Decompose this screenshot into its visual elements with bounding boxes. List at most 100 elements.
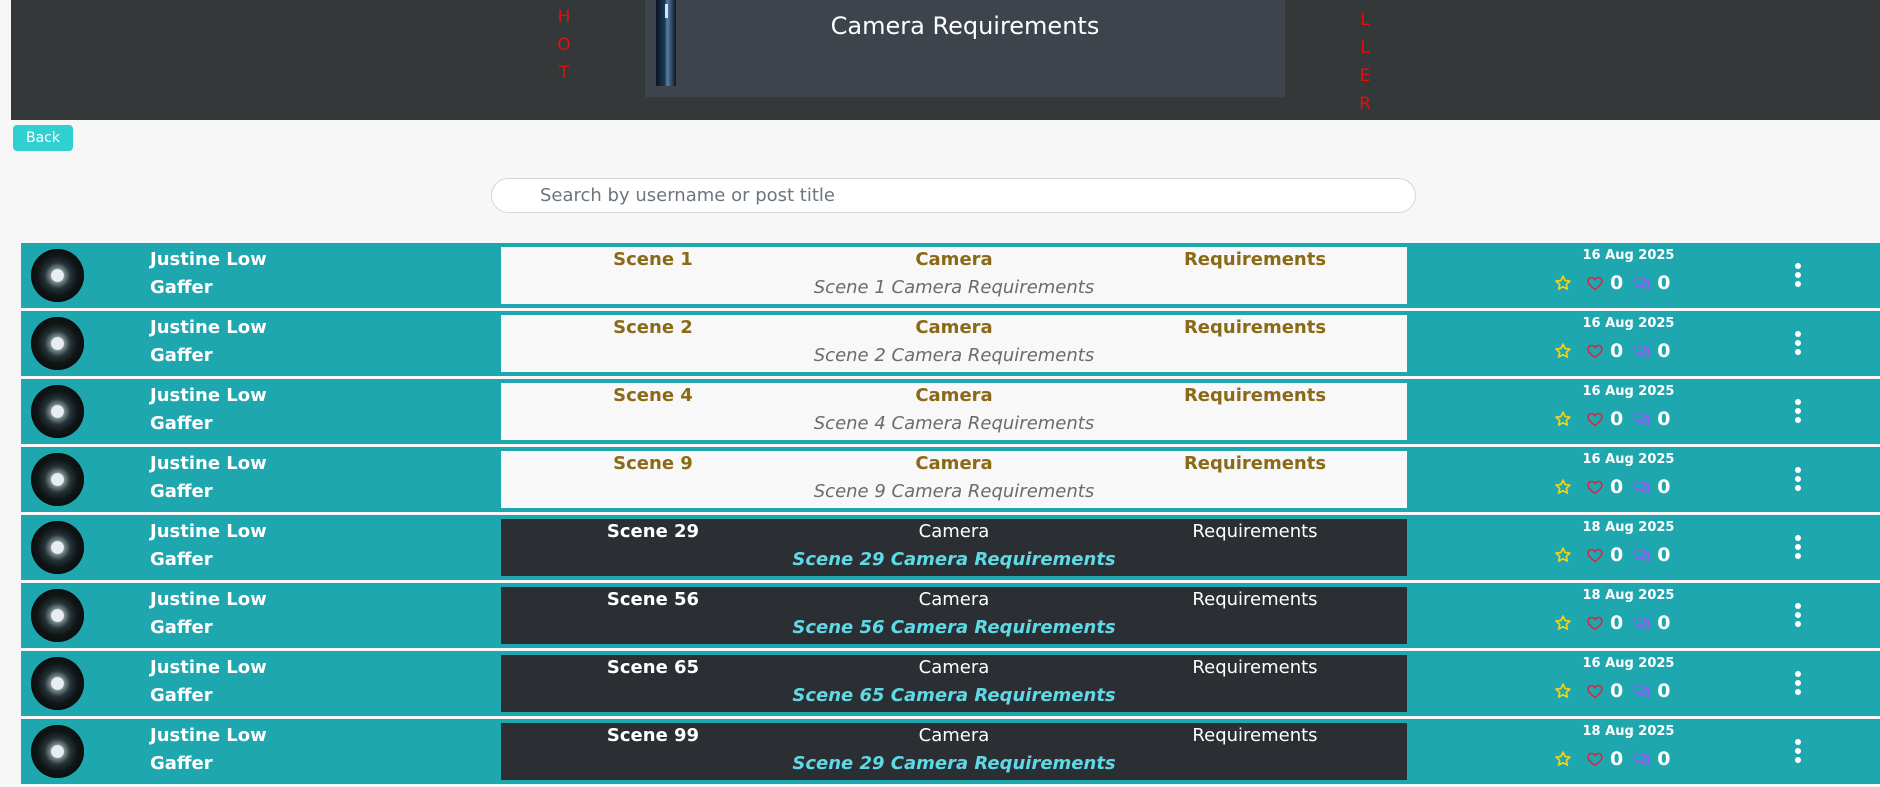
post-title-card[interactable]: Scene 2 Camera Requirements Scene 2 Came… [501, 315, 1407, 372]
star-icon[interactable] [1554, 546, 1572, 564]
kebab-menu-icon[interactable] [1793, 262, 1803, 288]
star-icon[interactable] [1554, 410, 1572, 428]
post-title-card[interactable]: Scene 29 Camera Requirements Scene 29 Ca… [501, 519, 1407, 576]
post-row[interactable]: Justine Low Gaffer Scene 99 Camera Requi… [21, 719, 1880, 784]
vertical-text-left: H O T [554, 3, 574, 87]
post-date: 18 Aug 2025 [1582, 724, 1675, 739]
post-title-word: Camera [918, 589, 990, 610]
kebab-menu-icon[interactable] [1793, 330, 1803, 356]
star-icon[interactable] [1554, 682, 1572, 700]
post-title-scene: Scene 65 [606, 657, 700, 678]
back-button[interactable]: Back [13, 125, 73, 151]
username[interactable]: Justine Low [150, 317, 267, 338]
post-title-scene: Scene 9 [613, 453, 693, 474]
user-role: Gaffer [150, 345, 213, 366]
avatar[interactable] [31, 521, 84, 574]
post-title-scene: Scene 1 [613, 249, 693, 270]
post-title-card[interactable]: Scene 4 Camera Requirements Scene 4 Came… [501, 383, 1407, 440]
user-role: Gaffer [150, 413, 213, 434]
avatar[interactable] [31, 589, 84, 642]
post-title-word: Camera [915, 385, 993, 406]
avatar[interactable] [31, 385, 84, 438]
post-title-word: Camera [915, 453, 993, 474]
comment-count: 0 [1657, 680, 1671, 702]
username[interactable]: Justine Low [150, 657, 267, 678]
kebab-menu-icon[interactable] [1793, 534, 1803, 560]
post-row[interactable]: Justine Low Gaffer Scene 1 Camera Requir… [21, 243, 1880, 308]
comment-icon[interactable] [1633, 546, 1651, 564]
post-title-card[interactable]: Scene 1 Camera Requirements Scene 1 Came… [501, 247, 1407, 304]
post-title-word: Camera [915, 249, 993, 270]
post-title-card[interactable]: Scene 56 Camera Requirements Scene 56 Ca… [501, 587, 1407, 644]
user-role: Gaffer [150, 617, 213, 638]
like-count: 0 [1610, 476, 1624, 498]
post-row[interactable]: Justine Low Gaffer Scene 2 Camera Requir… [21, 311, 1880, 376]
post-title-card[interactable]: Scene 65 Camera Requirements Scene 65 Ca… [501, 655, 1407, 712]
comment-icon[interactable] [1633, 682, 1651, 700]
heart-icon[interactable] [1586, 614, 1604, 632]
avatar[interactable] [31, 317, 84, 370]
post-row[interactable]: Justine Low Gaffer Scene 29 Camera Requi… [21, 515, 1880, 580]
username[interactable]: Justine Low [150, 453, 267, 474]
title-banner: Camera Requirements [645, 0, 1285, 97]
user-role: Gaffer [150, 481, 213, 502]
heart-icon[interactable] [1586, 682, 1604, 700]
kebab-menu-icon[interactable] [1793, 398, 1803, 424]
like-count: 0 [1610, 408, 1624, 430]
post-subtitle: Scene 56 Camera Requirements [792, 617, 1116, 638]
post-row[interactable]: Justine Low Gaffer Scene 9 Camera Requir… [21, 447, 1880, 512]
avatar[interactable] [31, 249, 84, 302]
kebab-menu-icon[interactable] [1793, 738, 1803, 764]
post-row[interactable]: Justine Low Gaffer Scene 4 Camera Requir… [21, 379, 1880, 444]
heart-icon[interactable] [1586, 546, 1604, 564]
post-date: 18 Aug 2025 [1582, 588, 1675, 603]
comment-icon[interactable] [1633, 750, 1651, 768]
post-title-scene: Scene 29 [606, 521, 700, 542]
post-title-scene: Scene 99 [606, 725, 700, 746]
comment-icon[interactable] [1633, 274, 1651, 292]
comment-icon[interactable] [1633, 410, 1651, 428]
comment-icon[interactable] [1633, 342, 1651, 360]
like-count: 0 [1610, 612, 1624, 634]
avatar[interactable] [31, 453, 84, 506]
star-icon[interactable] [1554, 478, 1572, 496]
heart-icon[interactable] [1586, 274, 1604, 292]
avatar[interactable] [31, 657, 84, 710]
post-title-word: Camera [915, 317, 993, 338]
post-row[interactable]: Justine Low Gaffer Scene 56 Camera Requi… [21, 583, 1880, 648]
kebab-menu-icon[interactable] [1793, 670, 1803, 696]
post-title-card[interactable]: Scene 9 Camera Requirements Scene 9 Came… [501, 451, 1407, 508]
heart-icon[interactable] [1586, 750, 1604, 768]
post-date: 16 Aug 2025 [1582, 452, 1675, 467]
star-icon[interactable] [1554, 342, 1572, 360]
username[interactable]: Justine Low [150, 249, 267, 270]
kebab-menu-icon[interactable] [1793, 602, 1803, 628]
post-stats: 0 0 [1554, 612, 1680, 634]
username[interactable]: Justine Low [150, 385, 267, 406]
vertical-text-right: L L E R [1355, 6, 1375, 118]
post-title-card[interactable]: Scene 99 Camera Requirements Scene 29 Ca… [501, 723, 1407, 780]
kebab-menu-icon[interactable] [1793, 466, 1803, 492]
avatar[interactable] [31, 725, 84, 778]
post-row[interactable]: Justine Low Gaffer Scene 65 Camera Requi… [21, 651, 1880, 716]
post-subtitle: Scene 2 Camera Requirements [813, 345, 1095, 366]
heart-icon[interactable] [1586, 342, 1604, 360]
username[interactable]: Justine Low [150, 589, 267, 610]
search-input[interactable] [491, 178, 1416, 213]
comment-icon[interactable] [1633, 478, 1651, 496]
user-role: Gaffer [150, 685, 213, 706]
star-icon[interactable] [1554, 750, 1572, 768]
comment-icon[interactable] [1633, 614, 1651, 632]
heart-icon[interactable] [1586, 410, 1604, 428]
comment-count: 0 [1657, 272, 1671, 294]
username[interactable]: Justine Low [150, 521, 267, 542]
post-title-word: Requirements [1183, 249, 1327, 270]
star-icon[interactable] [1554, 274, 1572, 292]
post-subtitle: Scene 1 Camera Requirements [813, 277, 1095, 298]
username[interactable]: Justine Low [150, 725, 267, 746]
vertical-letter: T [558, 63, 570, 83]
star-icon[interactable] [1554, 614, 1572, 632]
heart-icon[interactable] [1586, 478, 1604, 496]
user-role: Gaffer [150, 549, 213, 570]
post-stats: 0 0 [1554, 476, 1680, 498]
